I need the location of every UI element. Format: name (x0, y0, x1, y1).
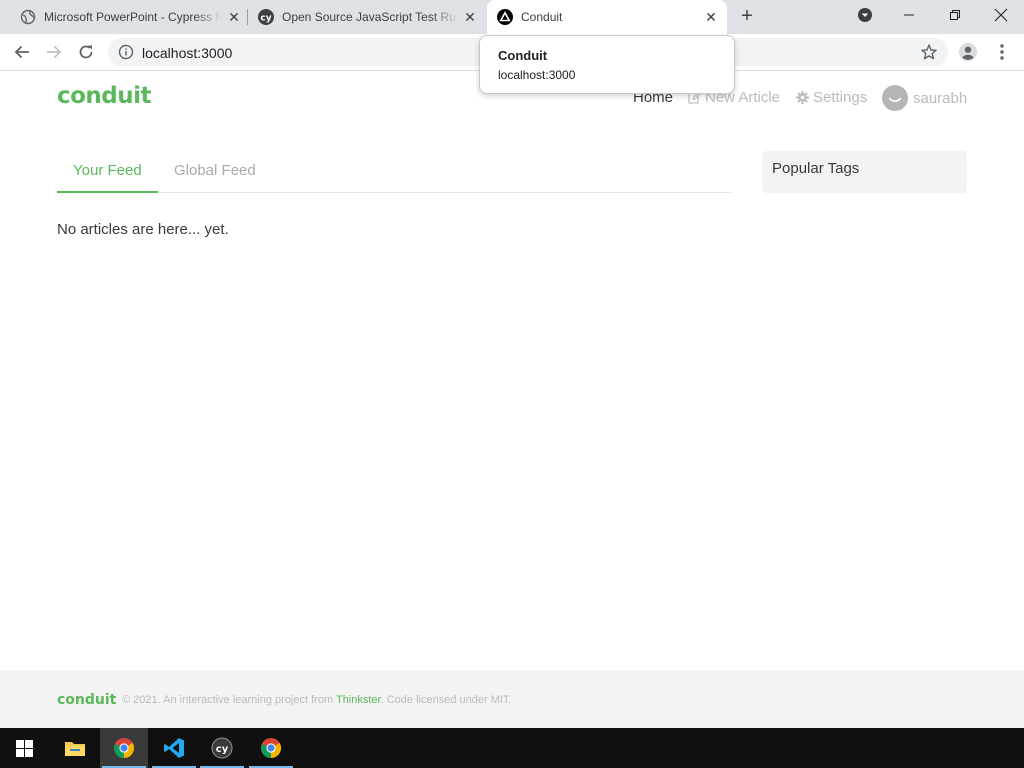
thinkster-link[interactable]: Thinkster (336, 694, 381, 706)
tab-title: Microsoft PowerPoint - Cypress fo (44, 10, 222, 24)
browser-tab-powerpoint[interactable]: Microsoft PowerPoint - Cypress fo ✕ (20, 0, 242, 34)
close-tab-icon[interactable]: ✕ (703, 9, 719, 25)
windows-taskbar: cy (0, 728, 1024, 768)
reload-icon (79, 45, 93, 59)
back-button[interactable] (12, 42, 32, 62)
profile-icon (958, 42, 978, 62)
restore-button[interactable] (932, 0, 978, 30)
footer-brand[interactable]: conduit (57, 692, 116, 708)
close-tab-icon[interactable]: ✕ (462, 9, 478, 25)
footer-text-after: . Code licensed under MIT. (380, 694, 512, 706)
footer-attribution: © 2021. An interactive learning project … (122, 694, 511, 706)
tab-hover-card: Conduit localhost:3000 (479, 35, 735, 94)
taskbar-file-explorer[interactable] (51, 728, 99, 768)
close-icon (994, 8, 1008, 22)
close-tab-icon[interactable]: ✕ (226, 9, 242, 25)
popular-tags-sidebar: Popular Tags (762, 151, 967, 193)
taskbar-cypress[interactable]: cy (198, 728, 246, 768)
minimize-icon (904, 14, 914, 16)
nav-username: saurabh (913, 89, 968, 107)
file-explorer-icon (65, 742, 85, 756)
nav-settings-link[interactable]: Settings (796, 89, 867, 106)
chevron-down-icon (858, 8, 872, 22)
windows-start-button[interactable] (0, 728, 48, 768)
chrome-icon (114, 738, 135, 759)
tab-separator (247, 9, 248, 25)
arrow-left-icon (14, 45, 29, 59)
taskbar-chrome[interactable] (247, 728, 295, 768)
close-window-button[interactable] (978, 0, 1024, 30)
cypress-icon: cy (211, 737, 233, 759)
tab-search-button[interactable] (842, 0, 888, 30)
vscode-icon (164, 738, 184, 758)
conduit-page: conduit Home New Article Settings saurab… (0, 71, 1024, 728)
svg-text:cy: cy (216, 744, 229, 755)
tab-title: Open Source JavaScript Test Runn (282, 10, 458, 24)
footer-text-before: © 2021. An interactive learning project … (122, 694, 336, 706)
empty-articles-message: No articles are here... yet. (57, 221, 229, 238)
chrome-icon (261, 738, 282, 759)
avatar (882, 85, 908, 111)
nav-settings-label: Settings (813, 89, 868, 106)
tab-your-feed[interactable]: Your Feed (57, 151, 158, 193)
forward-button[interactable] (44, 42, 64, 62)
cypress-icon: cy (258, 9, 274, 25)
restore-icon (950, 10, 960, 20)
kebab-menu-icon (1000, 44, 1004, 60)
page-footer: conduit © 2021. An interactive learning … (0, 670, 1024, 728)
popular-tags-title: Popular Tags (772, 160, 860, 177)
browser-tab-cypress[interactable]: cy Open Source JavaScript Test Runn ✕ (258, 0, 478, 34)
smiley-icon (888, 97, 902, 103)
taskbar-chrome-active[interactable] (100, 728, 148, 768)
arrow-right-icon (47, 45, 62, 59)
nav-profile-link[interactable]: saurabh (882, 85, 967, 111)
profile-button[interactable] (958, 42, 978, 62)
hover-card-url: localhost:3000 (498, 68, 576, 82)
tab-title: Conduit (521, 10, 563, 24)
gear-icon (796, 91, 809, 104)
bookmark-star-icon[interactable] (920, 43, 938, 66)
minimize-button[interactable] (886, 0, 932, 30)
feed-toggle: Your Feed Global Feed (57, 151, 732, 193)
browser-tab-conduit[interactable]: Conduit ✕ (487, 0, 727, 34)
new-tab-button[interactable]: + (737, 6, 757, 27)
info-icon[interactable] (118, 44, 134, 65)
globe-icon (20, 9, 36, 25)
hover-card-title: Conduit (498, 48, 548, 63)
navbar-brand[interactable]: conduit (57, 83, 152, 109)
tab-global-feed[interactable]: Global Feed (158, 151, 272, 193)
url-text[interactable]: localhost:3000 (142, 45, 232, 61)
menu-button[interactable] (992, 42, 1012, 62)
windows-start-icon (15, 739, 33, 757)
taskbar-vscode[interactable] (150, 728, 198, 768)
browser-tab-strip: Microsoft PowerPoint - Cypress fo ✕ cy O… (0, 0, 1024, 34)
conduit-triangle-icon (497, 9, 513, 25)
reload-button[interactable] (76, 42, 96, 62)
svg-text:cy: cy (260, 14, 271, 24)
